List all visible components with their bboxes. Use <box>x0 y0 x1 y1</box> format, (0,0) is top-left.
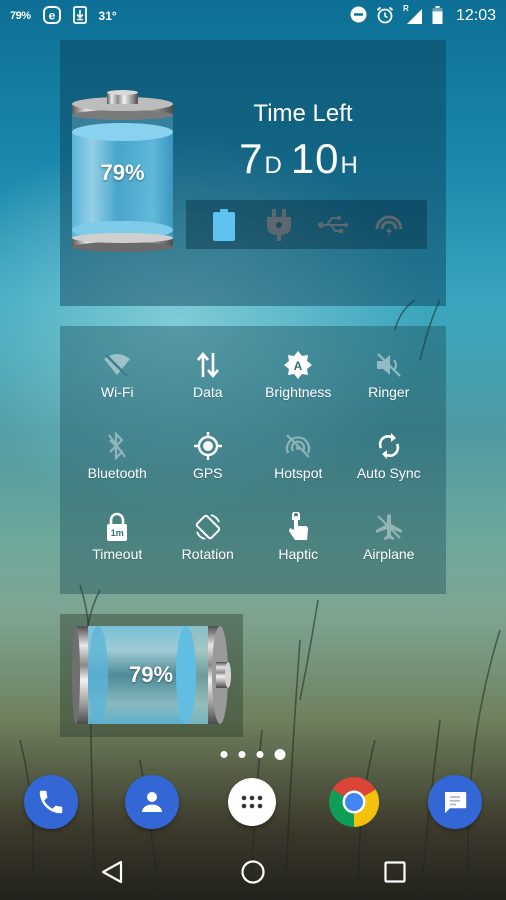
toggle-bluetooth[interactable]: Bluetooth <box>72 429 163 510</box>
download-icon <box>72 5 87 27</box>
status-battery-percent: 79% <box>10 10 31 22</box>
battery-source-icon <box>206 207 242 243</box>
page-dot-3[interactable] <box>256 751 263 758</box>
toggle-data[interactable]: Data <box>163 348 254 429</box>
toggle-ringer[interactable]: Ringer <box>344 348 435 429</box>
ringer-mute-icon <box>372 348 406 382</box>
hotspot-off-icon <box>281 429 315 463</box>
roaming-signal-icon: R <box>403 4 423 25</box>
recents-square-icon <box>384 861 406 883</box>
page-indicator <box>0 749 506 760</box>
toggle-haptic[interactable]: Haptic <box>253 510 344 591</box>
status-time: 12:03 <box>455 7 496 24</box>
page-dot-4-current[interactable] <box>274 749 285 760</box>
recents-button[interactable] <box>380 857 410 887</box>
status-temperature: 31° <box>98 9 117 23</box>
battery-level-label: 79% <box>100 160 145 185</box>
toggle-airplane[interactable]: Airplane <box>344 510 435 591</box>
messages-icon <box>445 792 467 814</box>
rotation-icon <box>191 510 225 544</box>
phone-app-button[interactable] <box>24 775 78 829</box>
apps-grid-icon <box>241 795 263 809</box>
toggle-label: Timeout <box>92 546 143 562</box>
alarm-icon <box>376 6 394 27</box>
toggle-label: Ringer <box>368 384 410 400</box>
toggle-label: Auto Sync <box>356 465 421 481</box>
do-not-disturb-icon <box>350 6 367 26</box>
usb-icon <box>316 207 352 243</box>
toggle-label: Rotation <box>181 546 234 562</box>
toggle-timeout[interactable]: 1m Timeout <box>72 510 163 591</box>
data-arrows-icon <box>191 348 225 382</box>
all-apps-button[interactable] <box>228 778 276 826</box>
toggle-label: Wi-Fi <box>100 384 134 400</box>
sync-icon <box>372 429 406 463</box>
time-left-days-unit: D <box>264 152 283 179</box>
toggle-gps[interactable]: GPS <box>163 429 254 510</box>
back-triangle-icon <box>101 860 123 884</box>
toggle-rotation[interactable]: Rotation <box>163 510 254 591</box>
dock <box>0 775 506 830</box>
e-app-icon: e <box>42 5 61 27</box>
timeout-badge: 1m <box>110 528 124 538</box>
wireless-charging-icon <box>371 207 407 243</box>
toggle-label: GPS <box>192 465 223 481</box>
contacts-app-button[interactable] <box>125 775 179 829</box>
time-left-title: Time Left <box>253 100 353 127</box>
page-dot-2[interactable] <box>238 751 245 758</box>
toggle-hotspot[interactable]: Hotspot <box>253 429 344 510</box>
toggles-widget: Wi-Fi Data A Brightness Ringer Bluetooth… <box>60 326 446 594</box>
svg-text:A: A <box>294 359 303 373</box>
time-left-hours-unit: H <box>340 152 359 179</box>
status-bar: 79% e 31° R 12:03 <box>0 0 506 32</box>
wifi-off-icon <box>100 348 134 382</box>
toggle-label: Hotspot <box>274 465 323 481</box>
toggle-label: Airplane <box>363 546 415 562</box>
timeout-lock-icon: 1m <box>100 510 134 544</box>
home-button[interactable] <box>238 857 268 887</box>
messages-app-button[interactable] <box>428 775 482 829</box>
toggle-wifi[interactable]: Wi-Fi <box>72 348 163 429</box>
time-left-days: 7 <box>239 135 264 182</box>
power-source-bar <box>186 200 427 249</box>
battery-widget[interactable]: 79% Time Left 7D 10H <box>60 40 446 306</box>
toggle-label: Data <box>192 384 223 400</box>
contacts-person-icon <box>142 792 162 812</box>
small-battery-level-label: 79% <box>128 662 174 687</box>
home-circle-icon <box>241 860 265 884</box>
toggle-label: Brightness <box>265 384 332 400</box>
navigation-bar <box>0 845 506 900</box>
chrome-app-button[interactable] <box>327 775 381 829</box>
toggle-label: Haptic <box>278 546 319 562</box>
toggle-brightness[interactable]: A Brightness <box>253 348 344 429</box>
bluetooth-off-icon <box>100 429 134 463</box>
page-dot-1[interactable] <box>220 751 227 758</box>
phone-icon <box>39 790 63 814</box>
battery-icon <box>432 5 443 27</box>
time-left-hours: 10 <box>290 135 340 182</box>
airplane-off-icon <box>372 510 406 544</box>
ac-plug-icon <box>261 207 297 243</box>
chrome-icon <box>329 777 379 827</box>
toggle-label: Bluetooth <box>87 465 147 481</box>
brightness-auto-icon: A <box>281 348 315 382</box>
gps-icon <box>191 429 225 463</box>
small-battery-widget[interactable]: 79% <box>60 614 243 737</box>
svg-text:e: e <box>48 8 55 22</box>
haptic-touch-icon <box>281 510 315 544</box>
toggle-auto-sync[interactable]: Auto Sync <box>344 429 435 510</box>
time-left-value: 7D 10H <box>210 135 396 183</box>
back-button[interactable] <box>97 857 127 887</box>
